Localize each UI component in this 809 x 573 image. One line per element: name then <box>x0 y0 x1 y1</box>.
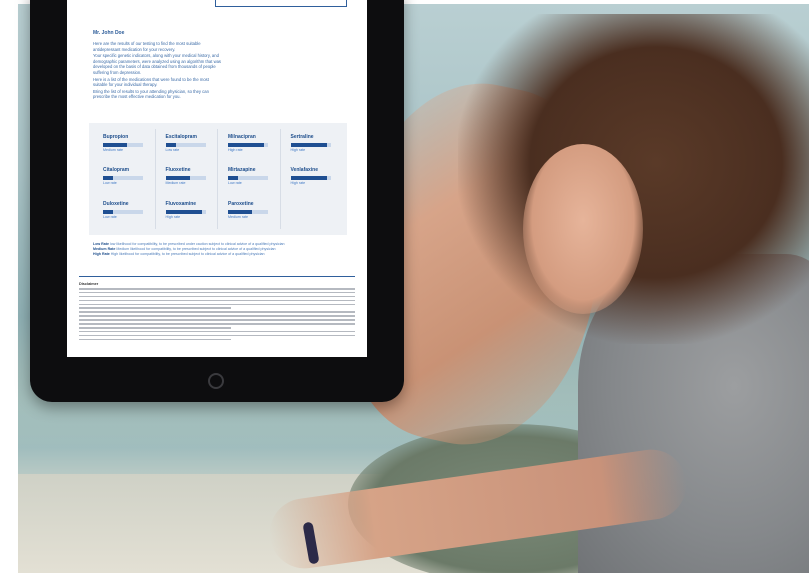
medication-name: Fluvoxamine <box>165 200 197 207</box>
compatibility-bar <box>165 143 206 147</box>
medication-card: Duloxetine Low rate <box>93 195 156 229</box>
medication-card: Paroxetine Medium rate <box>218 195 281 229</box>
woman-face <box>523 144 643 314</box>
compatibility-bar <box>165 176 206 181</box>
compatibility-fill <box>290 143 327 147</box>
compatibility-bar <box>290 143 331 147</box>
tablet-screen: Mr. John Doe Here are the results of our… <box>67 0 367 357</box>
compatibility-rate: Low rate <box>165 148 180 152</box>
medication-card: Fluoxetine Medium rate <box>156 162 218 196</box>
compatibility-bar <box>103 176 143 181</box>
compatibility-bar <box>165 209 206 214</box>
medication-grid: Bupropion Medium rate Escitalopram Low rate… <box>89 123 347 235</box>
compatibility-bar <box>228 176 268 181</box>
compatibility-rate: High rate <box>290 148 306 152</box>
medication-card: Citalopram Low rate <box>93 162 156 196</box>
medication-card: Escitalopram Low rate <box>156 129 218 163</box>
compatibility-fill <box>165 176 190 181</box>
compatibility-rate: High rate <box>290 181 306 186</box>
medication-name: Mirtazapine <box>228 167 256 174</box>
compatibility-fill <box>103 143 127 147</box>
medication-card: Sertraline High rate <box>281 129 344 162</box>
compatibility-fill <box>165 143 176 147</box>
compatibility-bar <box>228 143 268 147</box>
compatibility-rate: Medium rate <box>165 181 186 186</box>
tablet-device: Mr. John Doe Here are the results of our… <box>30 0 404 402</box>
medication-name: Paroxetine <box>228 200 254 207</box>
medication-name: Venlafaxine <box>290 167 319 174</box>
medication-name: Fluoxetine <box>165 167 191 174</box>
compatibility-fill <box>228 176 238 181</box>
divider <box>79 276 355 277</box>
medication-name: Duloxetine <box>103 200 129 207</box>
compatibility-rate: Low rate <box>103 181 117 186</box>
compatibility-rate: High rate <box>228 148 243 152</box>
medication-name: Sertraline <box>290 134 314 140</box>
compatibility-rate: Medium rate <box>228 214 248 219</box>
woman-hair <box>458 14 809 344</box>
legend-high: High Rate High likelihood for compatibil… <box>93 252 265 256</box>
compatibility-bar <box>103 143 143 147</box>
medication-name: Bupropion <box>103 134 129 140</box>
disclaimer-title: Disclaimer <box>79 282 99 286</box>
compatibility-fill <box>228 143 264 147</box>
intro-text: Here are the results of our testing to f… <box>93 41 223 101</box>
compatibility-rate: Medium rate <box>103 148 123 152</box>
medication-name: Milnacipran <box>228 134 256 140</box>
compatibility-bar <box>290 176 331 181</box>
header-frame <box>215 0 347 7</box>
medication-card: Fluvoxamine High rate <box>156 195 218 229</box>
patient-name: Mr. John Doe <box>93 30 125 36</box>
compatibility-rate: High rate <box>165 214 181 219</box>
compatibility-fill <box>103 176 113 181</box>
intro-paragraph: Here are the results of our testing to f… <box>93 41 201 52</box>
intro-paragraph: Here is a list of the medications that w… <box>93 76 209 88</box>
compatibility-rate: Low rate <box>103 214 117 219</box>
medication-card: Bupropion Medium rate <box>93 129 156 163</box>
medication-card: Venlafaxine High rate <box>281 162 344 195</box>
compatibility-fill <box>228 209 252 214</box>
rate-legend: Low Rate low likelihood for compatibilit… <box>93 242 353 257</box>
medication-name: Citalopram <box>103 167 130 174</box>
compatibility-bar <box>103 209 143 214</box>
compatibility-fill <box>165 209 202 214</box>
medication-card: Mirtazapine Low rate <box>218 162 281 196</box>
disclaimer-text <box>79 288 355 342</box>
home-button[interactable] <box>208 373 224 389</box>
compatibility-bar <box>228 209 268 214</box>
compatibility-fill <box>290 176 327 181</box>
intro-paragraph: Your specific genetic indicators, along … <box>93 53 222 75</box>
intro-paragraph: Bring the list of results to your attend… <box>93 88 209 100</box>
compatibility-fill <box>103 209 113 214</box>
medication-name: Escitalopram <box>165 134 197 140</box>
compatibility-rate: Low rate <box>228 181 242 186</box>
medication-card: Milnacipran High rate <box>218 129 281 163</box>
